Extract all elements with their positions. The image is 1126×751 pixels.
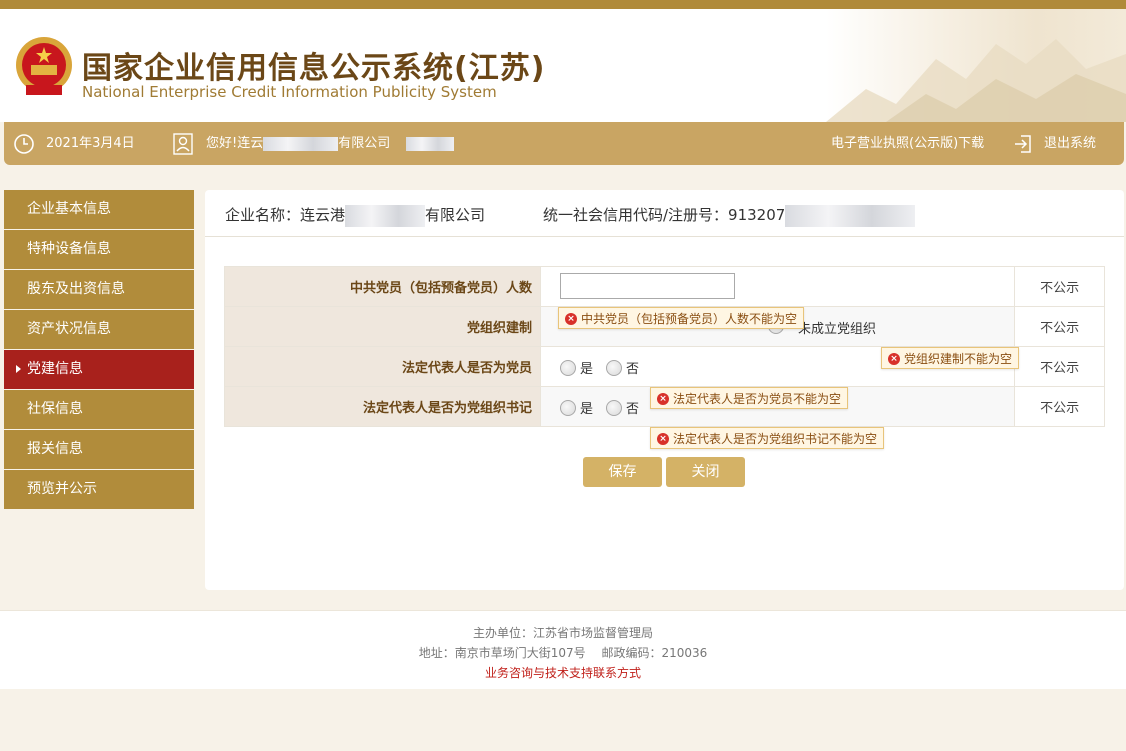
redacted-name [263, 136, 339, 151]
logout-link[interactable]: 退出系统 [1044, 122, 1096, 165]
top-accent-line [0, 0, 1126, 9]
question-rep-member: 法定代表人是否为党员 [224, 346, 541, 387]
national-emblem-icon [16, 37, 72, 95]
publicity-status: 不公示 [1014, 346, 1105, 387]
radio-label: 否 [625, 362, 639, 377]
error-icon: × [888, 353, 900, 365]
company-name-suffix: 有限公司 [425, 206, 486, 224]
radio-label: 是 [579, 362, 593, 377]
footer-address: 地址：南京市草场门大街107号 邮政编码：210036 [418, 646, 708, 660]
user-greeting: 您好!连云 有限公司 [206, 122, 455, 165]
site-title: 国家企业信用信息公示系统(江苏) [82, 51, 546, 86]
error-text: 法定代表人是否为党员不能为空 [673, 392, 842, 406]
error-icon: × [657, 393, 669, 405]
company-name: 企业名称：连云港 有限公司 [225, 204, 485, 227]
radio-button[interactable] [559, 399, 576, 416]
mountain-decoration [826, 9, 1126, 122]
close-button[interactable]: 关闭 [666, 457, 745, 487]
sidebar: 企业基本信息 特种设备信息 股东及出资信息 资产状况信息 党建信息 社保信息 报… [4, 190, 194, 510]
company-header: 企业名称：连云港 有限公司 统一社会信用代码/注册号：913207 [205, 190, 1124, 237]
company-name-prefix: 企业名称：连云港 [225, 206, 346, 224]
sidebar-item-assets[interactable]: 资产状况信息 [4, 310, 194, 349]
sidebar-item-social-security[interactable]: 社保信息 [4, 390, 194, 429]
site-header: 国家企业信用信息公示系统(江苏) National Enterprise Cre… [0, 9, 1126, 122]
error-icon: × [565, 313, 577, 325]
top-navbar: 2021年3月4日 您好!连云 有限公司 电子营业执照(公示版)下载 退出系统 [4, 122, 1124, 165]
publicity-status: 不公示 [1014, 306, 1105, 347]
redacted-code [785, 204, 916, 227]
greeting-suffix: 有限公司 [338, 136, 391, 151]
radio-button[interactable] [605, 359, 622, 376]
logout-icon[interactable] [1013, 134, 1033, 154]
question-party-members: 中共党员（包括预备党员）人数 [224, 266, 541, 307]
credit-code-label: 统一社会信用代码/注册号：913207 [543, 206, 786, 224]
radio-label: 否 [625, 402, 639, 417]
current-date: 2021年3月4日 [46, 136, 135, 151]
radio-no-party-org[interactable]: 未成立党组织 [798, 318, 876, 337]
radio-label: 是 [579, 402, 593, 417]
error-text: 法定代表人是否为党组织书记不能为空 [673, 432, 878, 446]
license-download-link[interactable]: 电子营业执照(公示版)下载 [831, 122, 984, 165]
radio-rep-member-yes[interactable]: 是 [559, 358, 593, 377]
radio-rep-member-no[interactable]: 否 [605, 358, 639, 377]
footer-sponsor: 主办单位：江苏省市场监督管理局 [472, 626, 653, 640]
radio-label: 未成立党组织 [797, 322, 876, 337]
radio-rep-secretary-yes[interactable]: 是 [559, 398, 593, 417]
sidebar-item-preview-publish[interactable]: 预览并公示 [4, 470, 194, 509]
error-tooltip-rep-member: × 法定代表人是否为党员不能为空 [650, 387, 849, 409]
sidebar-item-party-building[interactable]: 党建信息 [4, 350, 194, 389]
footer-support-link[interactable]: 业务咨询与技术支持联系方式 [0, 663, 1126, 683]
site-subtitle: National Enterprise Credit Information P… [82, 83, 497, 101]
error-text: 党组织建制不能为空 [904, 352, 1013, 366]
form-row-party-members: 中共党员（包括预备党员）人数 不公示 [224, 266, 1105, 307]
redacted-user [406, 136, 455, 151]
radio-button[interactable] [605, 399, 622, 416]
question-rep-secretary: 法定代表人是否为党组织书记 [224, 386, 541, 427]
error-tooltip-party-members: × 中共党员（包括预备党员）人数不能为空 [558, 307, 805, 329]
save-button[interactable]: 保存 [583, 457, 662, 487]
sidebar-item-customs[interactable]: 报关信息 [4, 430, 194, 469]
user-icon [173, 133, 193, 155]
party-members-input[interactable] [559, 273, 735, 299]
sidebar-item-special-equipment[interactable]: 特种设备信息 [4, 230, 194, 269]
radio-button[interactable] [559, 359, 576, 376]
question-party-org: 党组织建制 [224, 306, 541, 347]
redacted-company [345, 204, 426, 227]
site-footer: 主办单位：江苏省市场监督管理局 地址：南京市草场门大街107号 邮政编码：210… [0, 610, 1126, 689]
credit-code: 统一社会信用代码/注册号：913207 [543, 204, 916, 227]
sidebar-item-basic-info[interactable]: 企业基本信息 [4, 190, 194, 229]
radio-rep-secretary-no[interactable]: 否 [605, 398, 639, 417]
sidebar-item-shareholders[interactable]: 股东及出资信息 [4, 270, 194, 309]
error-icon: × [657, 433, 669, 445]
clock-icon [14, 134, 34, 154]
greeting-prefix: 您好!连云 [206, 136, 264, 151]
error-tooltip-party-org: × 党组织建制不能为空 [881, 347, 1020, 369]
publicity-status: 不公示 [1014, 266, 1105, 307]
error-text: 中共党员（包括预备党员）人数不能为空 [581, 312, 798, 326]
publicity-status: 不公示 [1014, 386, 1105, 427]
error-tooltip-rep-secretary: × 法定代表人是否为党组织书记不能为空 [650, 427, 885, 449]
